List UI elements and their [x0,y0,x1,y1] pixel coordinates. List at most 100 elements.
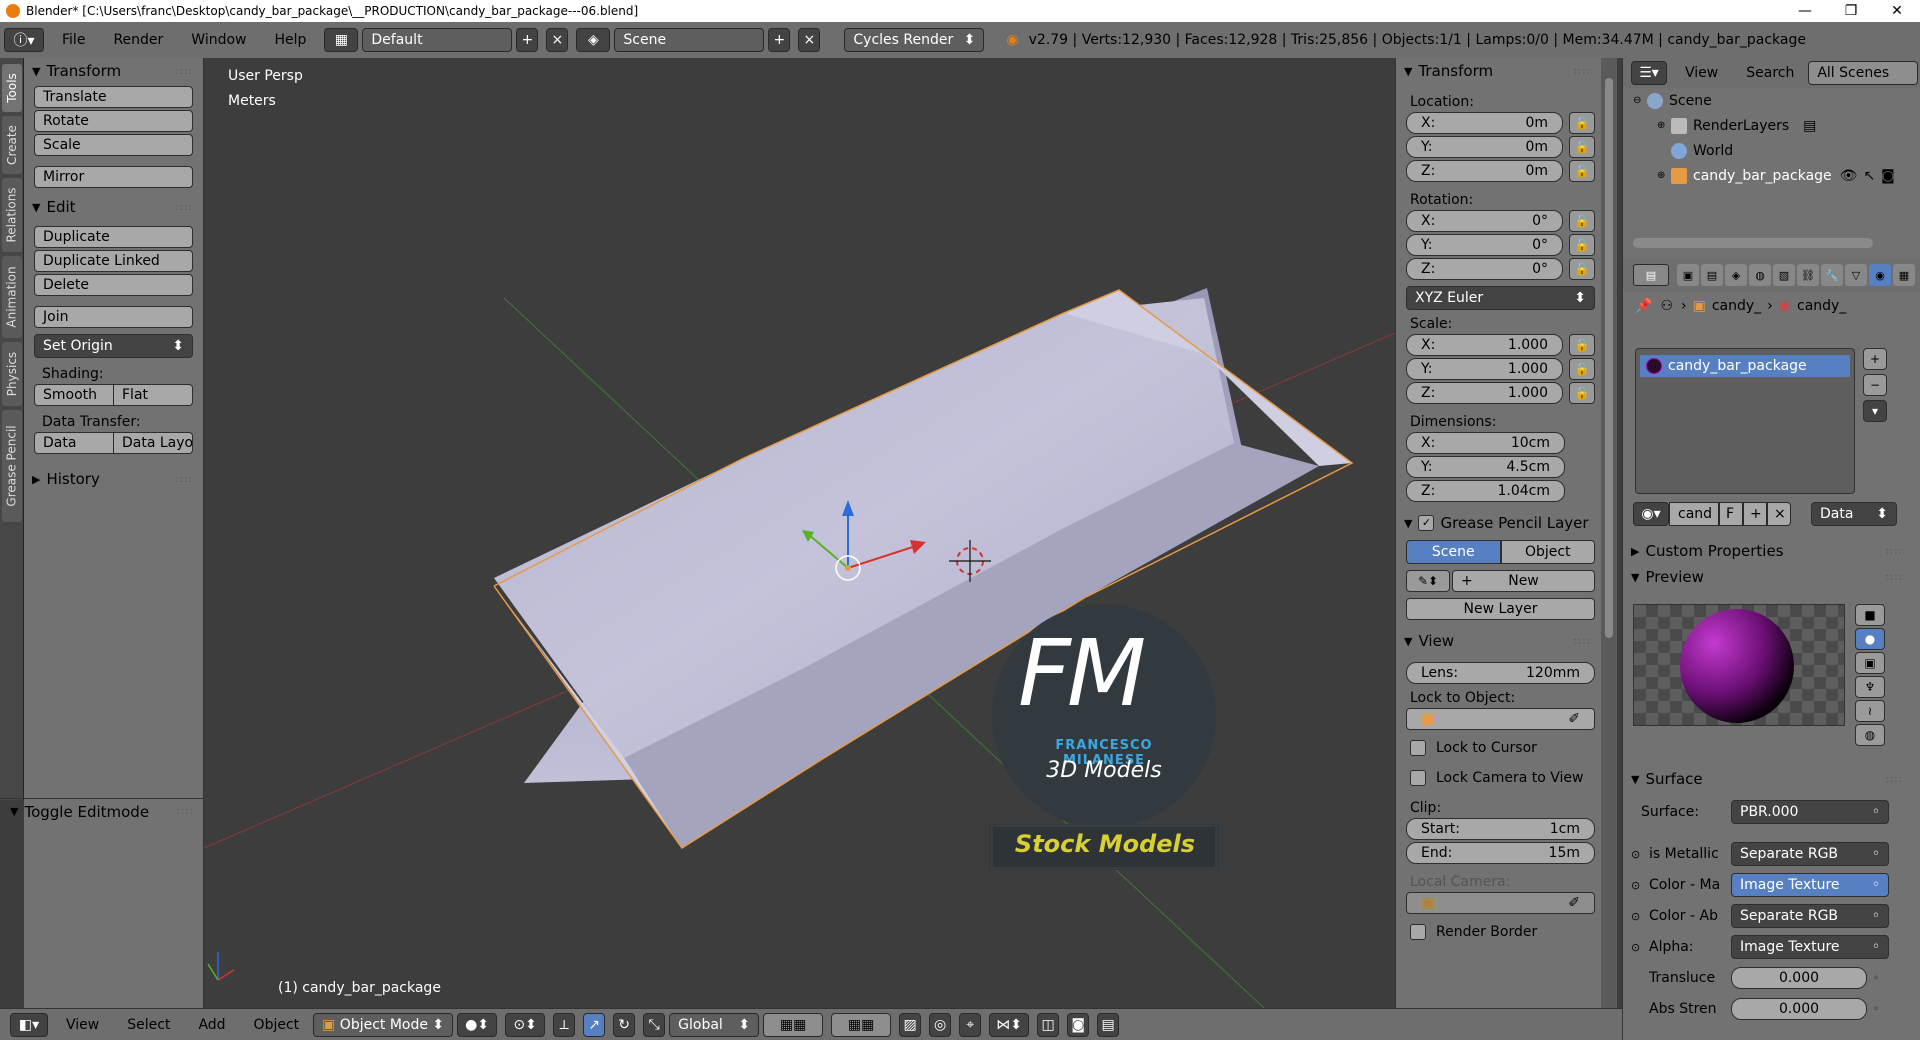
panel-grip-icon[interactable]: :::: [176,202,193,213]
join-button[interactable]: Join [34,306,193,328]
clip-start-field[interactable]: Start: 1cm [1406,818,1595,840]
eye-icon[interactable]: 👁 [1840,168,1858,184]
scrollbar-thumb[interactable] [1605,78,1613,638]
outliner-row-world[interactable]: World [1623,138,1920,163]
local-camera-field[interactable]: ▣ ✐ [1406,892,1595,914]
lock-icon[interactable]: 🔓 [1569,258,1595,280]
panel-grip-icon[interactable]: :::: [1886,572,1903,583]
lens-field[interactable]: Lens: 120mm [1406,662,1595,684]
world-tab-icon[interactable]: ◍ [1749,264,1771,286]
lock-icon[interactable]: 🔓 [1569,382,1595,404]
lock-icon[interactable]: 🔓 [1569,136,1595,158]
location-z-field[interactable]: Z: 0m [1406,160,1563,182]
layers-tab-icon[interactable]: ▤ [1701,264,1723,286]
plus-icon[interactable]: + [1743,502,1767,526]
socket-icon[interactable]: ⊙ [1631,941,1649,954]
snap-icon[interactable]: ⌖ [959,1012,982,1037]
info-editor-icon[interactable]: ⓘ▾ [4,28,44,52]
scene-tab-icon[interactable]: ◈ [1725,264,1747,286]
properties-editor-icon[interactable]: ▤ [1633,264,1669,286]
preview-sphere-icon[interactable]: ● [1855,628,1885,650]
dimension-y-field[interactable]: Y: 4.5cm [1406,456,1565,478]
data-transfer-button[interactable]: Data [34,432,114,454]
panel-grip-icon[interactable]: :::: [1574,66,1591,77]
material-link-select[interactable]: Data ⬍ [1811,502,1897,526]
panel-grip-icon[interactable]: :::: [1886,546,1903,557]
rotation-mode-select[interactable]: XYZ Euler ⬍ [1406,286,1595,310]
maximize-button[interactable]: ❐ [1828,0,1874,22]
grease-object-toggle[interactable]: Object [1500,540,1595,564]
scale-y-field[interactable]: Y: 1.000 [1406,358,1563,380]
shading-mode-icon[interactable]: ●⬍ [457,1012,498,1037]
texture-tab-icon[interactable]: ▦ [1893,264,1915,286]
layers-grid-1[interactable]: ▦▦ [763,1012,824,1037]
display-mode-select[interactable]: All Scenes [1808,61,1919,85]
tab-relations[interactable]: Relations [2,178,22,252]
dimension-z-field[interactable]: Z: 1.04cm [1406,480,1565,502]
proportional-edit-icon[interactable]: ◎ [929,1012,952,1037]
toggle-editmode-header[interactable]: ▼ Toggle Editmode:::: [0,798,204,824]
rotation-x-field[interactable]: X: 0° [1406,210,1563,232]
lock-cursor-checkbox[interactable]: Lock to Cursor [1410,736,1601,760]
lock-icon[interactable]: 🔓 [1569,112,1595,134]
dimension-x-field[interactable]: X: 10cm [1406,432,1565,454]
scene-icon[interactable]: ◈ [576,28,611,52]
preview-plane-icon[interactable]: ■ [1855,604,1885,626]
lock-icon[interactable]: 🔓 [1569,334,1595,356]
unlink-icon[interactable]: × [1767,502,1791,526]
menu-object[interactable]: Object [240,1017,314,1033]
lock-icon[interactable]: 🔓 [1569,234,1595,256]
render-animation-icon[interactable]: ▤ [1097,1012,1120,1037]
delete-button[interactable]: Delete [34,274,193,296]
tab-create[interactable]: Create [2,116,22,174]
outliner-row-renderlayers[interactable]: ⊕ RenderLayers ▤ [1623,113,1920,138]
grease-pencil-header[interactable]: ▼ ✓ Grease Pencil Layer [1396,510,1601,536]
menu-view[interactable]: View [52,1017,113,1033]
npanel-scrollbar[interactable] [1601,58,1617,1008]
preview-monkey-icon[interactable]: ♆ [1855,676,1885,698]
mirror-button[interactable]: Mirror [34,166,193,188]
flat-button[interactable]: Flat [114,384,193,406]
translate-button[interactable]: Translate [34,86,193,108]
custom-properties-header[interactable]: ▶ Custom Properties:::: [1623,538,1913,564]
scale-button[interactable]: Scale [34,134,193,156]
location-y-field[interactable]: Y: 0m [1406,136,1563,158]
np-view-header[interactable]: ▼ View:::: [1396,628,1601,654]
panel-grip-icon[interactable]: :::: [1886,774,1903,785]
location-x-field[interactable]: X: 0m [1406,112,1563,134]
render-icon[interactable]: ▤ [1803,118,1816,134]
scene-field[interactable]: Scene [614,28,765,52]
remove-scene-icon[interactable]: × [798,28,821,52]
modifiers-tab-icon[interactable]: 🔧 [1821,264,1843,286]
minimize-button[interactable]: — [1782,0,1828,22]
eyedropper-icon[interactable]: ✐ [1568,895,1580,911]
input-link-select[interactable]: Separate RGB ◦ [1731,842,1889,866]
material-tab-icon[interactable]: ◉ [1869,264,1891,286]
outliner-search-menu[interactable]: Search [1732,65,1808,81]
surface-shader-select[interactable]: PBR.000 ◦ [1731,800,1889,824]
new-layer-button[interactable]: New Layer [1406,598,1595,620]
grease-new-button[interactable]: + New [1452,570,1595,592]
rotate-button[interactable]: Rotate [34,110,193,132]
lock-icon[interactable]: 🔓 [1569,160,1595,182]
editor-type-icon[interactable]: ◧▾ [10,1012,48,1037]
rotation-y-field[interactable]: Y: 0° [1406,234,1563,256]
data-tab-icon[interactable]: ▽ [1845,264,1867,286]
outliner-row-scene[interactable]: ⊖ Scene [1623,88,1920,113]
plus-icon[interactable]: + [1863,348,1887,370]
snap-element-icon[interactable]: ⋈⬍ [989,1012,1030,1037]
manipulator-toggle-icon[interactable]: ⟂ [553,1012,576,1037]
pivot-icon[interactable]: ⊙⬍ [505,1012,546,1037]
np-transform-header[interactable]: ▼ Transform:::: [1396,58,1601,84]
set-origin-dropdown[interactable]: Set Origin ⬍ [34,334,193,358]
preview-hair-icon[interactable]: ≀ [1855,700,1885,722]
socket-icon[interactable]: ◦ [1873,1004,1879,1015]
pencil-icon[interactable]: ✎⬍ [1406,570,1450,592]
menu-select[interactable]: Select [113,1017,184,1033]
lock-object-field[interactable]: ▣ ✐ [1406,708,1595,730]
render-opengl-icon[interactable]: ◫ [1037,1012,1060,1037]
lock-camera-checkbox[interactable]: Lock Camera to View [1410,766,1601,790]
input-link-select[interactable]: Image Texture ◦ [1731,873,1889,897]
menu-window[interactable]: Window [177,32,260,48]
eyedropper-icon[interactable]: ✐ [1568,711,1580,727]
